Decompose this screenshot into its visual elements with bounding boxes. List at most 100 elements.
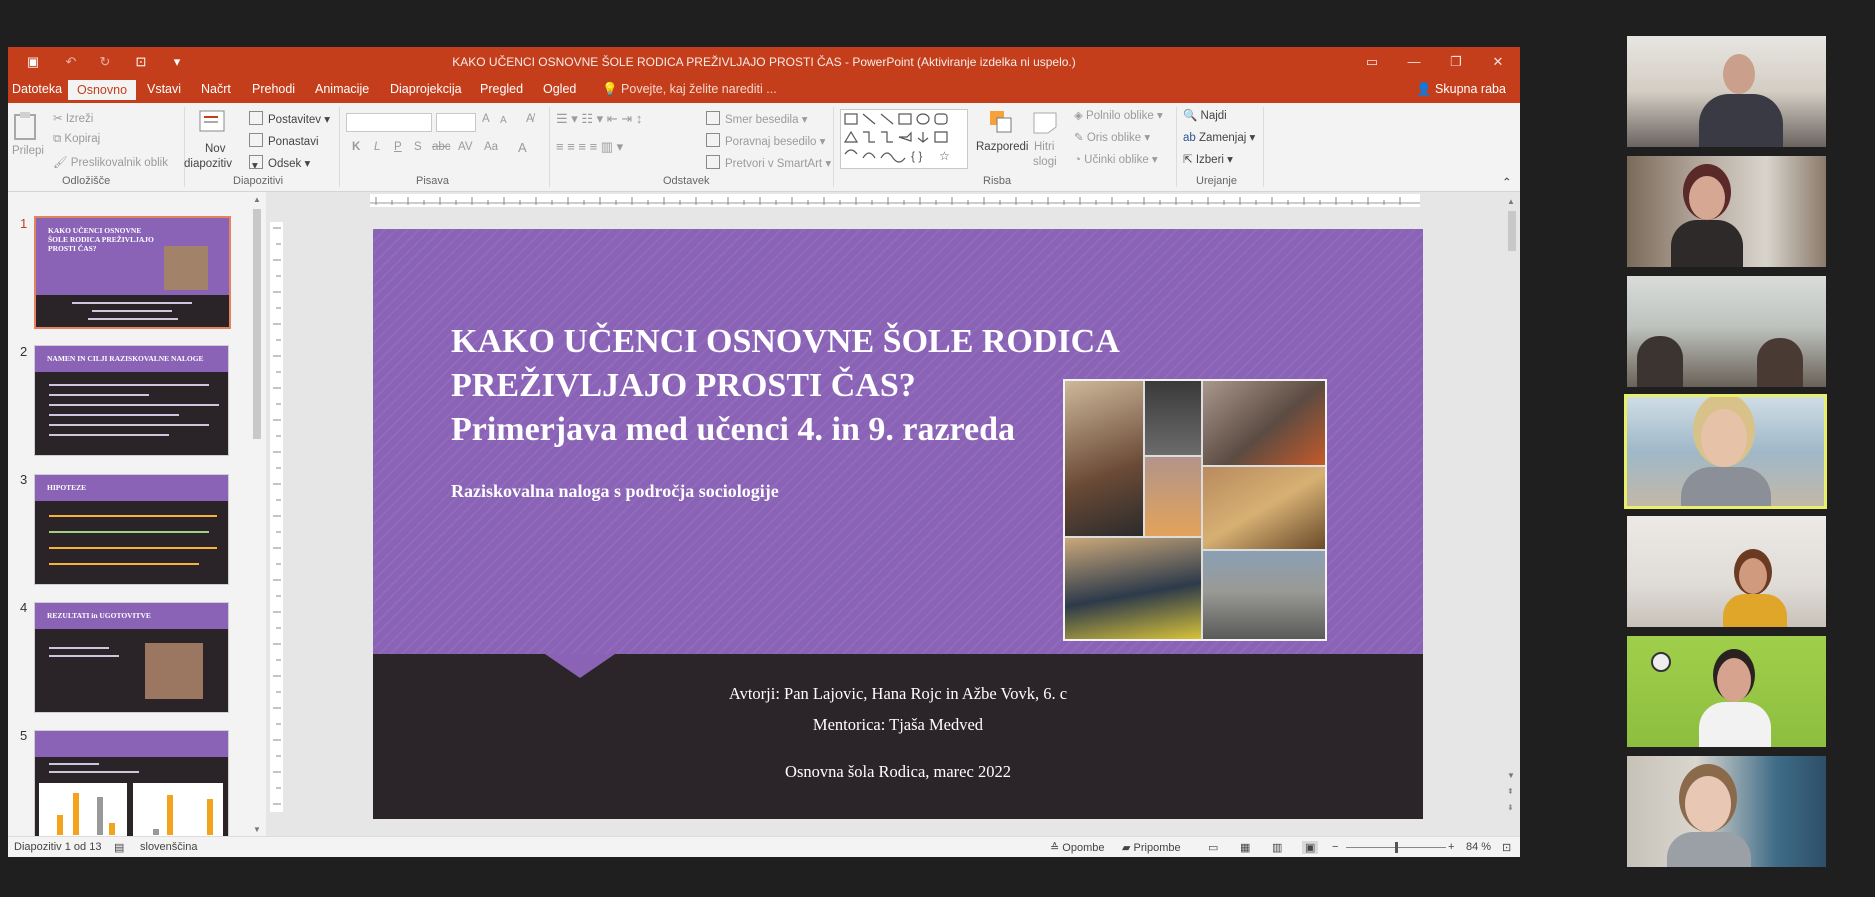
quick-styles-label-1[interactable]: Hitri: [1034, 141, 1054, 153]
layout-button[interactable]: Postavitev ▾: [249, 111, 330, 126]
scroll-thumb[interactable]: [253, 209, 261, 439]
find-button[interactable]: 🔍 Najdi: [1183, 108, 1227, 122]
arrange-button[interactable]: Razporedi: [976, 141, 1028, 153]
participant-video-tile[interactable]: [1627, 36, 1826, 147]
slide-canvas[interactable]: KAKO UČENCI OSNOVNE ŠOLE RODICA PREŽIVLJ…: [373, 229, 1423, 819]
reading-view-icon[interactable]: ▥: [1272, 841, 1282, 854]
font-name-input[interactable]: [346, 113, 432, 132]
slide-title-line-1[interactable]: KAKO UČENCI OSNOVNE ŠOLE RODICA: [451, 323, 1120, 361]
participant-video-tile[interactable]: [1627, 276, 1826, 387]
alignment-icons[interactable]: ≡ ≡ ≡ ≡ ▥ ▾: [556, 139, 623, 155]
scroll-down-icon[interactable]: ▼: [253, 825, 261, 834]
cut-button[interactable]: ✂ Izreži: [53, 111, 93, 125]
italic-button[interactable]: L: [374, 141, 380, 153]
grow-font-button[interactable]: A: [482, 113, 490, 125]
normal-view-icon[interactable]: ▭: [1208, 841, 1218, 854]
section-button[interactable]: Odsek ▾: [249, 155, 310, 170]
scroll-up-icon[interactable]: ▲: [1507, 197, 1515, 206]
strikethrough-button[interactable]: abc: [432, 141, 451, 153]
copy-button[interactable]: ⧉ Kopiraj: [53, 133, 100, 146]
share-button[interactable]: 👤 Skupna raba: [1416, 82, 1506, 97]
thumbnail-slide-3[interactable]: HIPOTEZE: [34, 474, 229, 585]
tab-home[interactable]: Osnovno: [68, 80, 137, 100]
zoom-slider[interactable]: [1346, 842, 1446, 853]
reset-button[interactable]: Ponastavi: [249, 133, 319, 148]
shrink-font-button[interactable]: A: [500, 115, 507, 126]
slide-title-line-3[interactable]: Primerjava med učenci 4. in 9. razreda: [451, 411, 1015, 449]
collage-photo: [1145, 381, 1201, 455]
new-slide-label-2[interactable]: diapozitiv: [184, 158, 232, 170]
font-size-input[interactable]: [436, 113, 476, 132]
zoom-in-button[interactable]: +: [1448, 841, 1454, 853]
slideshow-view-icon[interactable]: ▣: [1302, 841, 1319, 854]
participant-video-tile[interactable]: [1627, 156, 1826, 267]
shadow-button[interactable]: S: [414, 141, 422, 153]
editor-scrollbar[interactable]: ▲ ▼ ⇞ ⇟: [1506, 197, 1518, 829]
underline-button[interactable]: P: [394, 141, 402, 153]
tab-file[interactable]: Datoteka: [12, 82, 62, 96]
bold-button[interactable]: K: [352, 141, 360, 153]
restore-button[interactable]: ❐: [1436, 47, 1476, 77]
select-button[interactable]: ⇱ Izberi ▾: [1183, 152, 1233, 166]
bullets-icon[interactable]: ☰ ▾ ☷ ▾ ⇤ ⇥ ↕: [556, 111, 642, 127]
active-speaker-video-tile[interactable]: [1624, 394, 1827, 509]
fit-to-window-icon[interactable]: ⊡: [1502, 841, 1511, 854]
collapse-ribbon-icon[interactable]: ⌃: [1502, 175, 1512, 189]
shape-outline-button[interactable]: ✎ Oris oblike ▾: [1074, 130, 1150, 144]
slide-school-date[interactable]: Osnovna šola Rodica, marec 2022: [373, 762, 1423, 782]
text-direction-button[interactable]: Smer besedila ▾: [706, 111, 807, 126]
slide-mentor[interactable]: Mentorica: Tjaša Medved: [373, 715, 1423, 735]
thumbnail-slide-5[interactable]: [34, 730, 229, 841]
tab-transitions[interactable]: Prehodi: [252, 82, 295, 96]
slide-sorter-icon[interactable]: ▦: [1240, 841, 1250, 854]
scroll-down-icon[interactable]: ▼: [1507, 771, 1515, 780]
character-spacing-button[interactable]: AV: [458, 141, 473, 153]
thumbnails-scrollbar[interactable]: ▲ ▼: [251, 195, 263, 838]
change-case-button[interactable]: Aa: [484, 141, 498, 153]
zoom-level[interactable]: 84 %: [1466, 841, 1491, 853]
horizontal-ruler: [370, 194, 1420, 207]
minimize-button[interactable]: —: [1394, 47, 1434, 77]
font-color-button[interactable]: A: [518, 140, 527, 155]
participant-video-tile[interactable]: [1627, 636, 1826, 747]
new-slide-label-1[interactable]: Nov: [205, 143, 225, 155]
tab-view[interactable]: Ogled: [543, 82, 576, 96]
participant-video-tile[interactable]: [1627, 756, 1826, 867]
slide-subtitle[interactable]: Raziskovalna naloga s področja sociologi…: [451, 481, 779, 502]
zoom-slider-thumb[interactable]: [1395, 842, 1398, 853]
shapes-gallery[interactable]: { } ☆: [840, 109, 968, 169]
replace-button[interactable]: ab Zamenjaj ▾: [1183, 130, 1255, 144]
tab-slideshow[interactable]: Diaprojekcija: [390, 82, 462, 96]
close-button[interactable]: ✕: [1478, 47, 1518, 77]
notes-button[interactable]: ≙ Opombe: [1050, 841, 1104, 854]
spellcheck-icon[interactable]: ▤: [114, 841, 124, 854]
align-text-button[interactable]: Poravnaj besedilo ▾: [706, 133, 825, 148]
tab-insert[interactable]: Vstavi: [147, 82, 181, 96]
quick-styles-label-2[interactable]: slogi: [1033, 156, 1057, 168]
ribbon-display-icon[interactable]: ▭: [1352, 47, 1392, 77]
smartart-button[interactable]: Pretvori v SmartArt ▾: [706, 155, 831, 170]
zoom-out-button[interactable]: −: [1332, 841, 1338, 853]
tab-design[interactable]: Načrt: [201, 82, 231, 96]
shape-effects-button[interactable]: ◔ Učinki oblike ▾: [1074, 152, 1158, 166]
photo-collage[interactable]: [1063, 379, 1327, 641]
shape-fill-button[interactable]: ◈ Polnilo oblike ▾: [1074, 108, 1163, 122]
thumbnail-slide-2[interactable]: NAMEN IN CILJI RAZISKOVALNE NALOGE: [34, 345, 229, 456]
format-painter-button[interactable]: 🖌 Preslikovalnik oblik: [53, 155, 168, 169]
previous-slide-icon[interactable]: ⇞: [1507, 787, 1514, 796]
slide-authors[interactable]: Avtorji: Pan Lajovic, Hana Rojc in Ažbe …: [373, 684, 1423, 704]
scroll-up-icon[interactable]: ▲: [253, 195, 261, 204]
thumbnail-slide-1[interactable]: KAKO UČENCI OSNOVNE ŠOLE RODICA PREŽIVLJ…: [34, 216, 231, 329]
paste-button[interactable]: Prilepi: [12, 145, 44, 157]
thumbnail-slide-4[interactable]: REZULTATI in UGOTOVITVE: [34, 602, 229, 713]
next-slide-icon[interactable]: ⇟: [1507, 803, 1514, 812]
participant-video-tile[interactable]: [1627, 516, 1826, 627]
comments-button[interactable]: ▰ Pripombe: [1122, 841, 1181, 854]
clear-formatting-icon[interactable]: A̸: [526, 113, 534, 125]
slide-title-line-2[interactable]: PREŽIVLJAJO PROSTI ČAS?: [451, 367, 916, 405]
tab-review[interactable]: Pregled: [480, 82, 523, 96]
language-indicator[interactable]: slovenščina: [140, 841, 197, 853]
tell-me-search[interactable]: 💡 Povejte, kaj želite narediti ...: [602, 82, 777, 97]
scroll-thumb[interactable]: [1508, 211, 1516, 251]
tab-animations[interactable]: Animacije: [315, 82, 369, 96]
